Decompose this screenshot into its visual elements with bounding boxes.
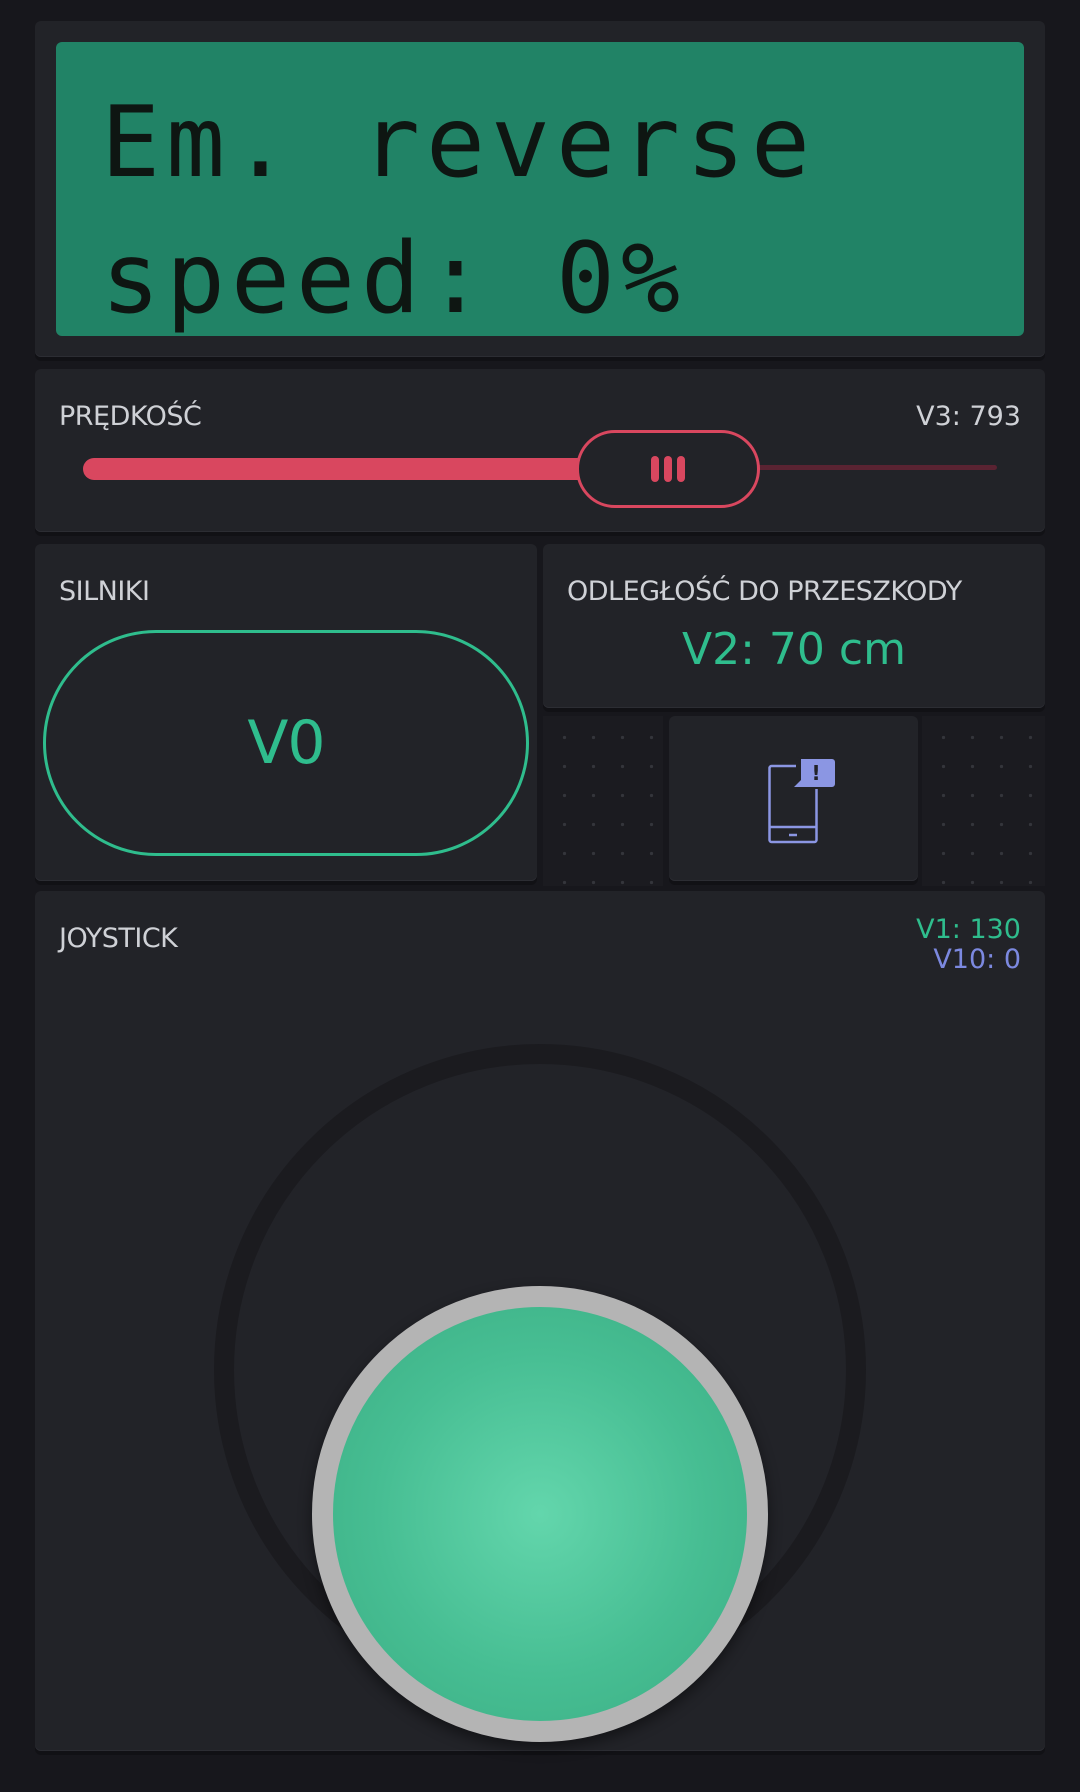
motors-title: SILNIKI [59,576,150,607]
lcd-line-1: Em. reverse [101,86,817,200]
empty-grid-cell [922,716,1045,886]
grip-bar [650,456,659,482]
joystick-values: V1: 130 V10: 0 [916,915,1021,975]
lcd-screen: Em. reverse speed: 0% [56,42,1024,336]
distance-title: ODLEGŁOŚĆ DO PRZESZKODY [567,576,962,607]
empty-grid-cell [543,716,663,886]
joystick-title: JOYSTICK [59,923,178,954]
motors-toggle-button[interactable]: V0 [43,630,529,856]
slider-value: V3: 793 [916,401,1021,432]
slider-thumb[interactable] [575,430,760,508]
joystick-v1-value: V1: 130 [916,914,1021,945]
notification-widget[interactable]: ! [669,716,918,881]
slider-title: PRĘDKOŚĆ [59,401,202,432]
lcd-line-2: speed: 0% [101,222,687,336]
grip-bar [663,456,672,482]
grip-bar [676,456,685,482]
motors-button-widget: SILNIKI V0 [35,544,537,881]
lcd-widget: Em. reverse speed: 0% [35,21,1045,357]
joystick-widget: JOYSTICK V1: 130 V10: 0 [35,891,1045,1751]
notification-badge: ! [811,761,820,785]
phone-notification-icon: ! [768,757,835,844]
speed-slider-widget: PRĘDKOŚĆ V3: 793 [35,369,1045,532]
distance-value: V2: 70 cm [682,624,906,675]
distance-display-widget: ODLEGŁOŚĆ DO PRZESZKODY V2: 70 cm [543,544,1045,708]
joystick-knob[interactable] [312,1285,768,1742]
joystick-v10-value: V10: 0 [933,944,1021,975]
